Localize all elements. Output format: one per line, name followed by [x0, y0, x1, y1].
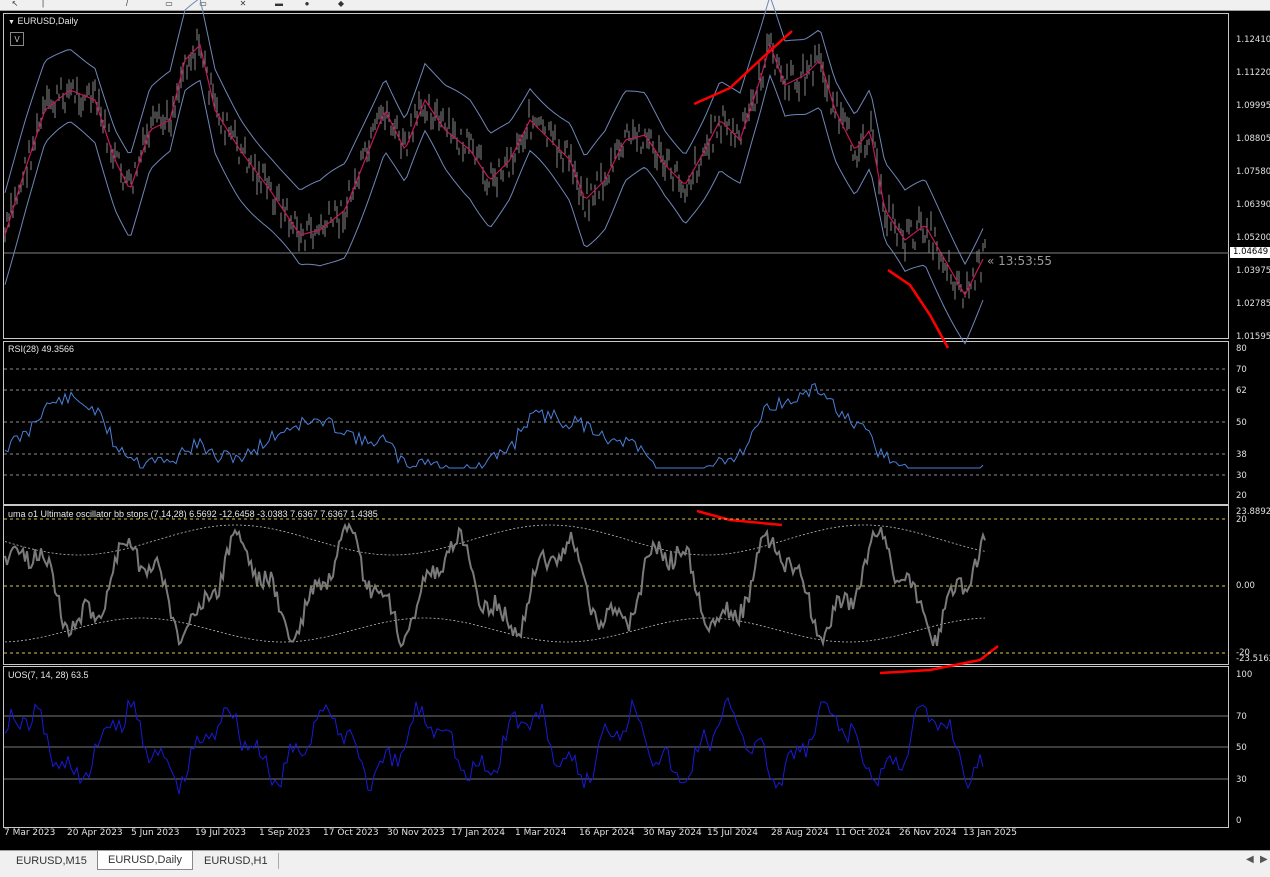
uos-tick: 70	[1236, 712, 1247, 722]
annotation-low-trend	[887, 268, 950, 349]
date-tick: 5 Jun 2023	[131, 828, 180, 838]
price-tick: 1.12410	[1236, 35, 1270, 45]
annotation-uma-low	[879, 645, 999, 675]
uma-upper-band	[4, 524, 986, 556]
bar-countdown: « 13:53:55	[987, 254, 1053, 268]
price-tick: 1.06390	[1236, 200, 1270, 210]
price-tick: 1.01595	[1236, 332, 1270, 342]
rsi-line	[4, 382, 984, 469]
price-tick: 1.03975	[1236, 266, 1270, 276]
price-tick: 1.05200	[1236, 233, 1270, 243]
date-tick: 30 May 2024	[643, 828, 702, 838]
rsi-tick: 38	[1236, 450, 1247, 460]
date-tick: 17 Oct 2023	[323, 828, 379, 838]
rsi-tick: 30	[1236, 471, 1247, 481]
uma-tick: 0.00	[1236, 581, 1255, 591]
uos-tick: 30	[1236, 775, 1247, 785]
uma-bottom-value: -23.5162	[1236, 654, 1270, 664]
date-tick: 15 Jul 2024	[707, 828, 758, 838]
tab-eurusd-m15[interactable]: EURUSD,M15	[6, 853, 98, 869]
tab-eurusd-h1[interactable]: EURUSD,H1	[194, 853, 279, 869]
uos-tick: 0	[1236, 816, 1242, 826]
tab-eurusd-daily[interactable]: EURUSD,Daily	[97, 851, 193, 870]
price-tick: 1.11220	[1236, 68, 1270, 78]
uma-line	[4, 521, 986, 649]
annotation-uma-high	[696, 509, 783, 527]
date-tick: 11 Oct 2024	[835, 828, 891, 838]
date-axis: 7 Mar 2023 20 Apr 2023 5 Jun 2023 19 Jul…	[0, 828, 1230, 840]
rsi-tick: 20	[1236, 491, 1247, 501]
uos-line	[4, 696, 984, 795]
scroll-left-icon[interactable]: ◀	[1246, 854, 1254, 865]
scroll-right-icon[interactable]: ▶	[1260, 854, 1268, 865]
date-tick: 1 Sep 2023	[259, 828, 311, 838]
date-tick: 28 Aug 2024	[771, 828, 829, 838]
date-tick: 19 Jul 2023	[195, 828, 246, 838]
chart-plot	[4, 0, 1229, 795]
price-tick: 1.07580	[1236, 167, 1270, 177]
uma-lower-band	[5, 617, 985, 643]
date-tick: 20 Apr 2023	[67, 828, 123, 838]
bollinger-lower	[4, 73, 984, 345]
rsi-tick: 50	[1236, 418, 1247, 428]
date-tick: 26 Nov 2024	[899, 828, 957, 838]
bollinger-upper	[4, 0, 984, 266]
rsi-tick: 70	[1236, 365, 1247, 375]
date-tick: 7 Mar 2023	[4, 828, 56, 838]
date-tick: 30 Nov 2023	[387, 828, 445, 838]
uma-tick: 20	[1236, 515, 1247, 525]
uos-tick: 100	[1236, 670, 1253, 680]
price-tick: 1.08805	[1236, 134, 1270, 144]
rsi-tick: 80	[1236, 344, 1247, 354]
date-tick: 1 Mar 2024	[515, 828, 567, 838]
price-tick: 1.09995	[1236, 101, 1270, 111]
date-tick: 16 Apr 2024	[579, 828, 635, 838]
date-tick: 17 Jan 2024	[451, 828, 505, 838]
date-tick: 13 Jan 2025	[963, 828, 1017, 838]
chart-tabs: EURUSD,M15 EURUSD,Daily EURUSD,H1 ◀ ▶	[0, 850, 1270, 877]
uos-tick: 50	[1236, 743, 1247, 753]
price-tick: 1.02785	[1236, 299, 1270, 309]
current-price-label: 1.04649	[1230, 247, 1270, 258]
rsi-tick: 62	[1236, 386, 1247, 396]
